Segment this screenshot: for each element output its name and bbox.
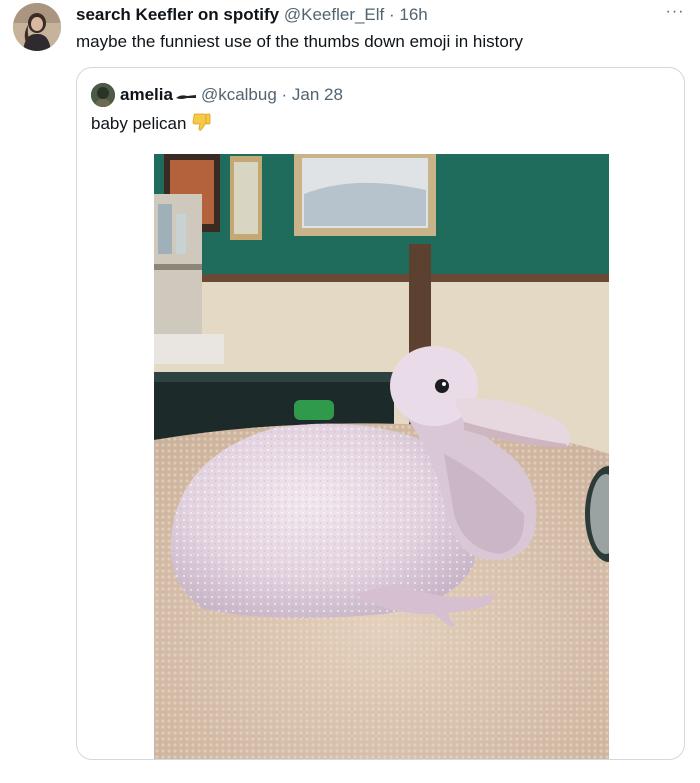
quoted-author-handle[interactable]: @kcalbug	[201, 85, 277, 104]
tweet-header: search Keefler on spotify @Keefler_Elf ·…	[76, 4, 656, 26]
tweet-text: maybe the funniest use of the thumbs dow…	[76, 32, 523, 51]
tweet-timestamp[interactable]: 16h	[399, 5, 427, 24]
quoted-author-name[interactable]: amelia	[120, 85, 173, 104]
author-name[interactable]: search Keefler on spotify	[76, 5, 279, 24]
paintbrush-icon	[175, 85, 197, 107]
thumbs-down-icon	[191, 112, 211, 138]
quoted-tweet-header: amelia @kcalbug · Jan 28	[120, 84, 343, 107]
more-options-button[interactable]: ···	[662, 2, 688, 24]
quoted-author-avatar	[91, 83, 115, 107]
baby-pelican-image	[154, 154, 609, 759]
quoted-tweet-card[interactable]: amelia @kcalbug · Jan 28 baby pelican	[76, 67, 685, 760]
pelican-photo[interactable]	[154, 154, 609, 759]
header-separator: ·	[384, 5, 400, 24]
quoted-tweet-text: baby pelican	[91, 114, 187, 133]
quoted-avatar-image	[91, 83, 115, 107]
author-handle[interactable]: @Keefler_Elf	[284, 5, 384, 24]
author-avatar[interactable]	[13, 3, 61, 51]
quoted-header-separator: ·	[276, 85, 292, 104]
avatar-image	[13, 3, 61, 51]
quoted-tweet-text-row: baby pelican	[91, 112, 211, 138]
quoted-tweet-date[interactable]: Jan 28	[292, 85, 343, 104]
